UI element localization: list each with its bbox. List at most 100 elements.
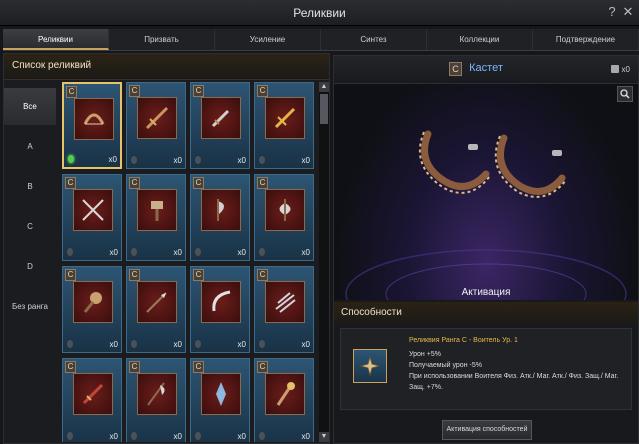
grade-badge: C <box>129 361 140 373</box>
scroll-down-button[interactable]: ▼ <box>319 432 329 442</box>
relic-slot[interactable]: Cx0 <box>254 358 314 442</box>
window-titlebar: Реликвии ? ✕ <box>0 0 639 26</box>
relic-slot[interactable]: Cx0 <box>190 358 250 442</box>
detail-header: C Кастет x0 <box>334 56 638 84</box>
relic-slot[interactable]: Cx0 <box>62 266 122 353</box>
filter-grade-b[interactable]: B <box>4 168 56 205</box>
tab-collections[interactable]: Коллекции <box>427 29 533 50</box>
owned-count-value: x0 <box>621 65 630 74</box>
inventory-icon <box>610 65 619 73</box>
filter-grade-d[interactable]: D <box>4 248 56 285</box>
relic-slot[interactable]: Cx0 <box>190 82 250 169</box>
relic-list-header: Список реликвий <box>4 54 329 80</box>
grade-badge: C <box>66 86 77 98</box>
sword-icon <box>137 97 177 139</box>
blade-icon <box>73 373 113 415</box>
relic-count: x0 <box>301 248 310 257</box>
window-title: Реликвии <box>293 6 346 20</box>
gem-icon <box>195 156 201 164</box>
scroll-up-button[interactable]: ▲ <box>319 82 329 92</box>
owned-count: x0 <box>610 65 630 74</box>
gem-icon <box>195 248 201 256</box>
relic-count: x0 <box>109 248 118 257</box>
ability-description: Реликвия Ранга C - Воитель Ур. 1 Урон +5… <box>409 335 627 393</box>
gem-icon <box>259 156 265 164</box>
tab-relics[interactable]: Реликвии <box>3 29 109 50</box>
relic-slot[interactable]: Cx0 <box>126 358 186 442</box>
gem-icon <box>131 340 137 348</box>
gem-icon <box>67 248 73 256</box>
filter-all[interactable]: Все <box>4 88 56 125</box>
relic-preview: C Кастет x0 Активация <box>334 56 638 300</box>
gem-icon <box>195 340 201 348</box>
tab-enhance[interactable]: Усиление <box>215 29 321 50</box>
ability-title: Реликвия Ранга C - Воитель Ур. 1 <box>409 337 518 344</box>
grade-badge: C <box>129 269 140 281</box>
dagger-icon <box>201 97 241 139</box>
filter-grade-a[interactable]: A <box>4 128 56 165</box>
relic-count: x0 <box>237 156 246 165</box>
relic-slot[interactable]: Cx0 <box>62 82 122 169</box>
bow-icon <box>74 98 114 140</box>
relic-count: x0 <box>237 248 246 257</box>
relic-count: x0 <box>173 340 182 349</box>
magnifier-icon <box>620 89 630 99</box>
ability-line: При использовании Воителя Физ. Атк./ Маг… <box>409 373 619 391</box>
main-tabs: Реликвии Призвать Усиление Синтез Коллек… <box>3 29 639 51</box>
filter-grade-c[interactable]: C <box>4 208 56 245</box>
relic-slot[interactable]: Cx0 <box>254 266 314 353</box>
spear-icon <box>137 281 177 323</box>
relic-count: x0 <box>301 340 310 349</box>
relic-slot[interactable]: Cx0 <box>62 358 122 442</box>
relic-slot[interactable]: Cx0 <box>126 82 186 169</box>
mace-icon <box>73 281 113 323</box>
zoom-button[interactable] <box>617 86 633 102</box>
relic-count: x0 <box>237 432 246 441</box>
gem-icon <box>195 432 201 440</box>
gem-icon <box>131 156 137 164</box>
grade-badge: C <box>129 177 140 189</box>
star-emblem-icon <box>360 356 380 376</box>
gem-icon <box>131 432 137 440</box>
relic-slot[interactable]: Cx0 <box>126 266 186 353</box>
grade-filters: Все A B C D Без ранга <box>4 88 56 328</box>
relic-slot[interactable]: Cx0 <box>254 82 314 169</box>
golden-sword-icon <box>265 97 305 139</box>
activation-label: Активация <box>461 287 511 298</box>
grade-badge: C <box>257 361 268 373</box>
gem-icon <box>67 340 73 348</box>
activate-abilities-button[interactable]: Активация способностей <box>442 420 532 440</box>
relic-slot[interactable]: Cx0 <box>190 174 250 261</box>
relic-slot[interactable]: Cx0 <box>62 174 122 261</box>
ability-line: Урон +5% <box>409 351 441 358</box>
relic-count: x0 <box>301 432 310 441</box>
gem-icon <box>68 155 74 163</box>
relic-slot[interactable]: Cx0 <box>126 174 186 261</box>
staff-icon <box>265 373 305 415</box>
relic-slot[interactable]: Cx0 <box>254 174 314 261</box>
tab-summon[interactable]: Призвать <box>109 29 215 50</box>
grade-badge: C <box>193 177 204 189</box>
relic-list-scrollbar[interactable]: ▲ ▼ <box>319 82 329 442</box>
grade-badge: C <box>129 85 140 97</box>
grade-badge: C <box>193 85 204 97</box>
filter-no-grade[interactable]: Без ранга <box>4 288 56 325</box>
tab-confirm[interactable]: Подтверждение <box>533 29 639 50</box>
scroll-thumb[interactable] <box>320 94 328 124</box>
gem-icon <box>259 248 265 256</box>
close-button[interactable]: ✕ <box>621 0 635 26</box>
relic-count: x0 <box>237 340 246 349</box>
grade-badge: C <box>257 177 268 189</box>
scimitar-icon <box>201 281 241 323</box>
relic-grid: Cx0 Cx0 Cx0 Cx0 Cx0 Cx0 Cx0 Cx0 Cx0 Cx0 Cx0 Cx0 Cx0 C… <box>62 82 318 442</box>
hammer-icon <box>137 189 177 231</box>
relic-count: x0 <box>173 156 182 165</box>
help-button[interactable]: ? <box>605 0 619 26</box>
crossed-swords-icon <box>73 189 113 231</box>
ability-icon <box>353 349 387 383</box>
tab-synthesis[interactable]: Синтез <box>321 29 427 50</box>
gem-icon <box>131 248 137 256</box>
relic-slot[interactable]: Cx0 <box>190 266 250 353</box>
relic-list-panel: Список реликвий Все A B C D Без ранга Cx… <box>3 53 330 444</box>
ability-line: Получаемый урон -5% <box>409 362 482 369</box>
